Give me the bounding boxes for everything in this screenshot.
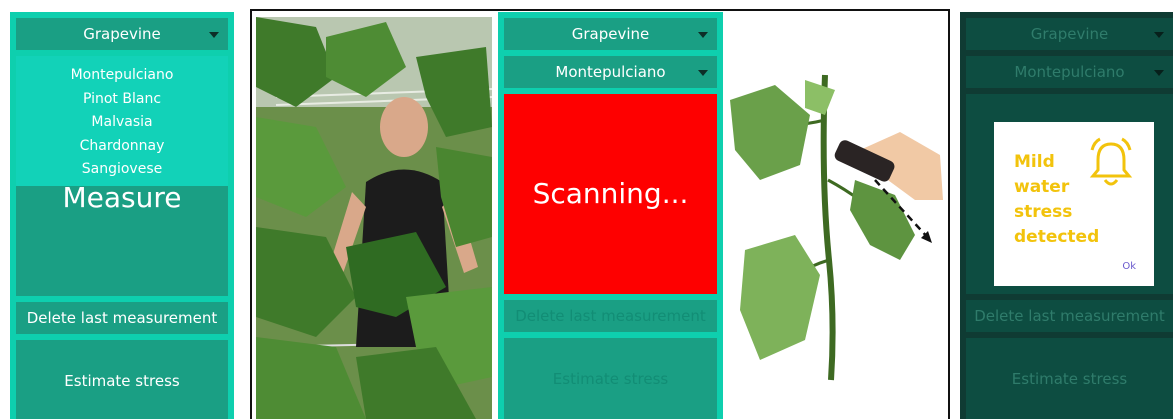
chevron-down-icon [698, 32, 708, 38]
variety-dropdown[interactable]: Montepulciano [966, 56, 1173, 88]
bell-icon [1089, 137, 1133, 186]
measure-button[interactable]: Measure Montepulciano Pinot Blanc Malvas… [16, 56, 228, 296]
estimate-stress-button[interactable]: Estimate stress [16, 340, 228, 419]
chevron-down-icon [1154, 70, 1164, 76]
estimate-stress-button[interactable]: Estimate stress [504, 338, 717, 419]
species-dropdown[interactable]: Grapevine [504, 18, 717, 50]
stress-result-dialog: Mild water stress detected Ok [994, 122, 1154, 286]
app-screen-dropdown-open: Grapevine Measure Montepulciano Pinot Bl… [10, 12, 234, 419]
result-area: Mild water stress detected Ok [966, 94, 1173, 294]
chevron-down-icon [209, 32, 219, 38]
variety-dropdown-value: Montepulciano [555, 63, 666, 81]
vine-scanning-illustration [725, 60, 945, 390]
delete-last-measurement-button[interactable]: Delete last measurement [504, 300, 717, 332]
variety-option[interactable]: Pinot Blanc [16, 88, 228, 112]
app-screen-result: Grapevine Montepulciano Mild water stres… [960, 12, 1173, 419]
species-dropdown[interactable]: Grapevine [16, 18, 228, 50]
chevron-down-icon [698, 70, 708, 76]
app-screen-scanning: Grapevine Montepulciano Scanning... Dele… [498, 12, 723, 419]
species-dropdown-value: Grapevine [1030, 25, 1109, 43]
variety-dropdown-value: Montepulciano [1014, 63, 1125, 81]
field-photo [256, 17, 492, 419]
species-dropdown[interactable]: Grapevine [966, 18, 1173, 50]
variety-dropdown[interactable]: Montepulciano [504, 56, 717, 88]
variety-option[interactable]: Montepulciano [16, 64, 228, 88]
variety-option[interactable]: Malvasia [16, 111, 228, 135]
variety-menu: Montepulciano Pinot Blanc Malvasia Chard… [16, 56, 228, 186]
species-dropdown-value: Grapevine [571, 25, 650, 43]
scanning-status: Scanning... [504, 94, 717, 294]
chevron-down-icon [1154, 32, 1164, 38]
estimate-stress-button[interactable]: Estimate stress [966, 338, 1173, 419]
vineyard-photo-illustration [256, 17, 492, 419]
delete-last-measurement-button[interactable]: Delete last measurement [16, 302, 228, 334]
delete-last-measurement-button[interactable]: Delete last measurement [966, 300, 1173, 332]
dialog-ok-button[interactable]: Ok [1122, 261, 1136, 272]
variety-option[interactable]: Sangiovese [16, 158, 228, 182]
vine-branch-illustration [730, 74, 943, 381]
variety-option[interactable]: Chardonnay [16, 135, 228, 159]
species-dropdown-value: Grapevine [83, 25, 161, 43]
